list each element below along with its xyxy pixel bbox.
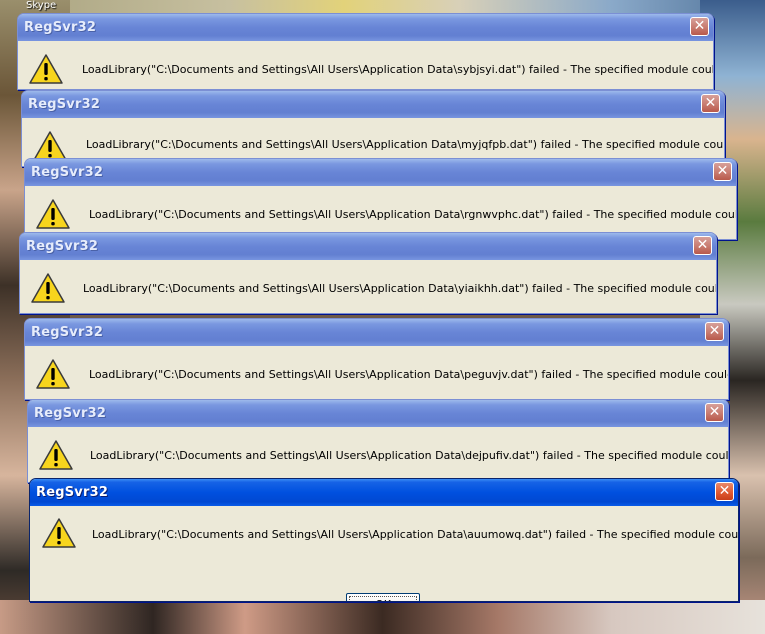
regsvr32-dialog-active[interactable]: RegSvr32 ✕ LoadLibrary("C:\Documents and… [29, 478, 739, 602]
regsvr32-dialog-6[interactable]: RegSvr32 ✕ LoadLibrary("C:\Documents and… [27, 399, 729, 483]
close-icon: ✕ [696, 237, 709, 253]
dialog-body: LoadLibrary("C:\Documents and Settings\A… [30, 506, 739, 601]
close-button[interactable]: ✕ [701, 94, 720, 113]
dialog-title: RegSvr32 [36, 485, 109, 500]
regsvr32-dialog-5[interactable]: RegSvr32 ✕ LoadLibrary("C:\Documents and… [24, 318, 729, 400]
close-button[interactable]: ✕ [705, 322, 724, 341]
error-message: LoadLibrary("C:\Documents and Settings\A… [83, 282, 716, 295]
dialog-title: RegSvr32 [26, 239, 99, 254]
title-bar[interactable]: RegSvr32 ✕ [18, 14, 713, 41]
dialog-body: LoadLibrary("C:\Documents and Settings\A… [18, 41, 713, 89]
warning-icon [36, 359, 70, 389]
desktop-wallpaper-top [0, 0, 765, 14]
desktop-skype-label[interactable]: Skype [26, 0, 56, 12]
dialog-title: RegSvr32 [34, 406, 107, 421]
close-button[interactable]: ✕ [715, 482, 734, 501]
regsvr32-dialog-4[interactable]: RegSvr32 ✕ LoadLibrary("C:\Documents and… [19, 232, 717, 314]
dialog-title: RegSvr32 [31, 165, 104, 180]
dialog-body: LoadLibrary("C:\Documents and Settings\A… [20, 260, 716, 313]
regsvr32-dialog-2[interactable]: RegSvr32 ✕ LoadLibrary("C:\Documents and… [21, 90, 725, 167]
warning-icon [31, 273, 65, 303]
close-button[interactable]: ✕ [705, 403, 724, 422]
warning-icon [39, 440, 73, 470]
warning-icon [36, 199, 70, 229]
title-bar[interactable]: RegSvr32 ✕ [30, 479, 738, 506]
title-bar[interactable]: RegSvr32 ✕ [25, 319, 728, 346]
close-icon: ✕ [708, 404, 721, 420]
close-button[interactable]: ✕ [713, 162, 732, 181]
title-bar[interactable]: RegSvr32 ✕ [28, 400, 728, 427]
dialog-body: LoadLibrary("C:\Documents and Settings\A… [28, 427, 729, 482]
desktop-wallpaper-bottom [0, 600, 765, 634]
title-bar[interactable]: RegSvr32 ✕ [25, 159, 736, 186]
dialog-body: LoadLibrary("C:\Documents and Settings\A… [25, 346, 728, 399]
close-icon: ✕ [708, 323, 721, 339]
close-icon: ✕ [718, 483, 731, 499]
regsvr32-dialog-3[interactable]: RegSvr32 ✕ LoadLibrary("C:\Documents and… [24, 158, 737, 240]
error-message: LoadLibrary("C:\Documents and Settings\A… [86, 138, 724, 151]
warning-icon [29, 54, 63, 84]
error-message: LoadLibrary("C:\Documents and Settings\A… [90, 449, 729, 462]
error-message: LoadLibrary("C:\Documents and Settings\A… [89, 368, 728, 381]
close-icon: ✕ [693, 18, 706, 34]
close-icon: ✕ [716, 163, 729, 179]
close-icon: ✕ [704, 95, 717, 111]
close-button[interactable]: ✕ [693, 236, 712, 255]
title-bar[interactable]: RegSvr32 ✕ [20, 233, 716, 260]
close-button[interactable]: ✕ [690, 17, 709, 36]
ok-button[interactable]: OK [346, 593, 420, 601]
warning-icon [42, 518, 76, 548]
dialog-title: RegSvr32 [28, 97, 101, 112]
error-message: LoadLibrary("C:\Documents and Settings\A… [82, 63, 713, 76]
dialog-title: RegSvr32 [31, 325, 104, 340]
dialog-title: RegSvr32 [24, 20, 97, 35]
regsvr32-dialog-1[interactable]: RegSvr32 ✕ LoadLibrary("C:\Documents and… [17, 13, 714, 90]
error-message: LoadLibrary("C:\Documents and Settings\A… [92, 528, 739, 541]
title-bar[interactable]: RegSvr32 ✕ [22, 91, 724, 118]
error-message: LoadLibrary("C:\Documents and Settings\A… [89, 208, 736, 221]
